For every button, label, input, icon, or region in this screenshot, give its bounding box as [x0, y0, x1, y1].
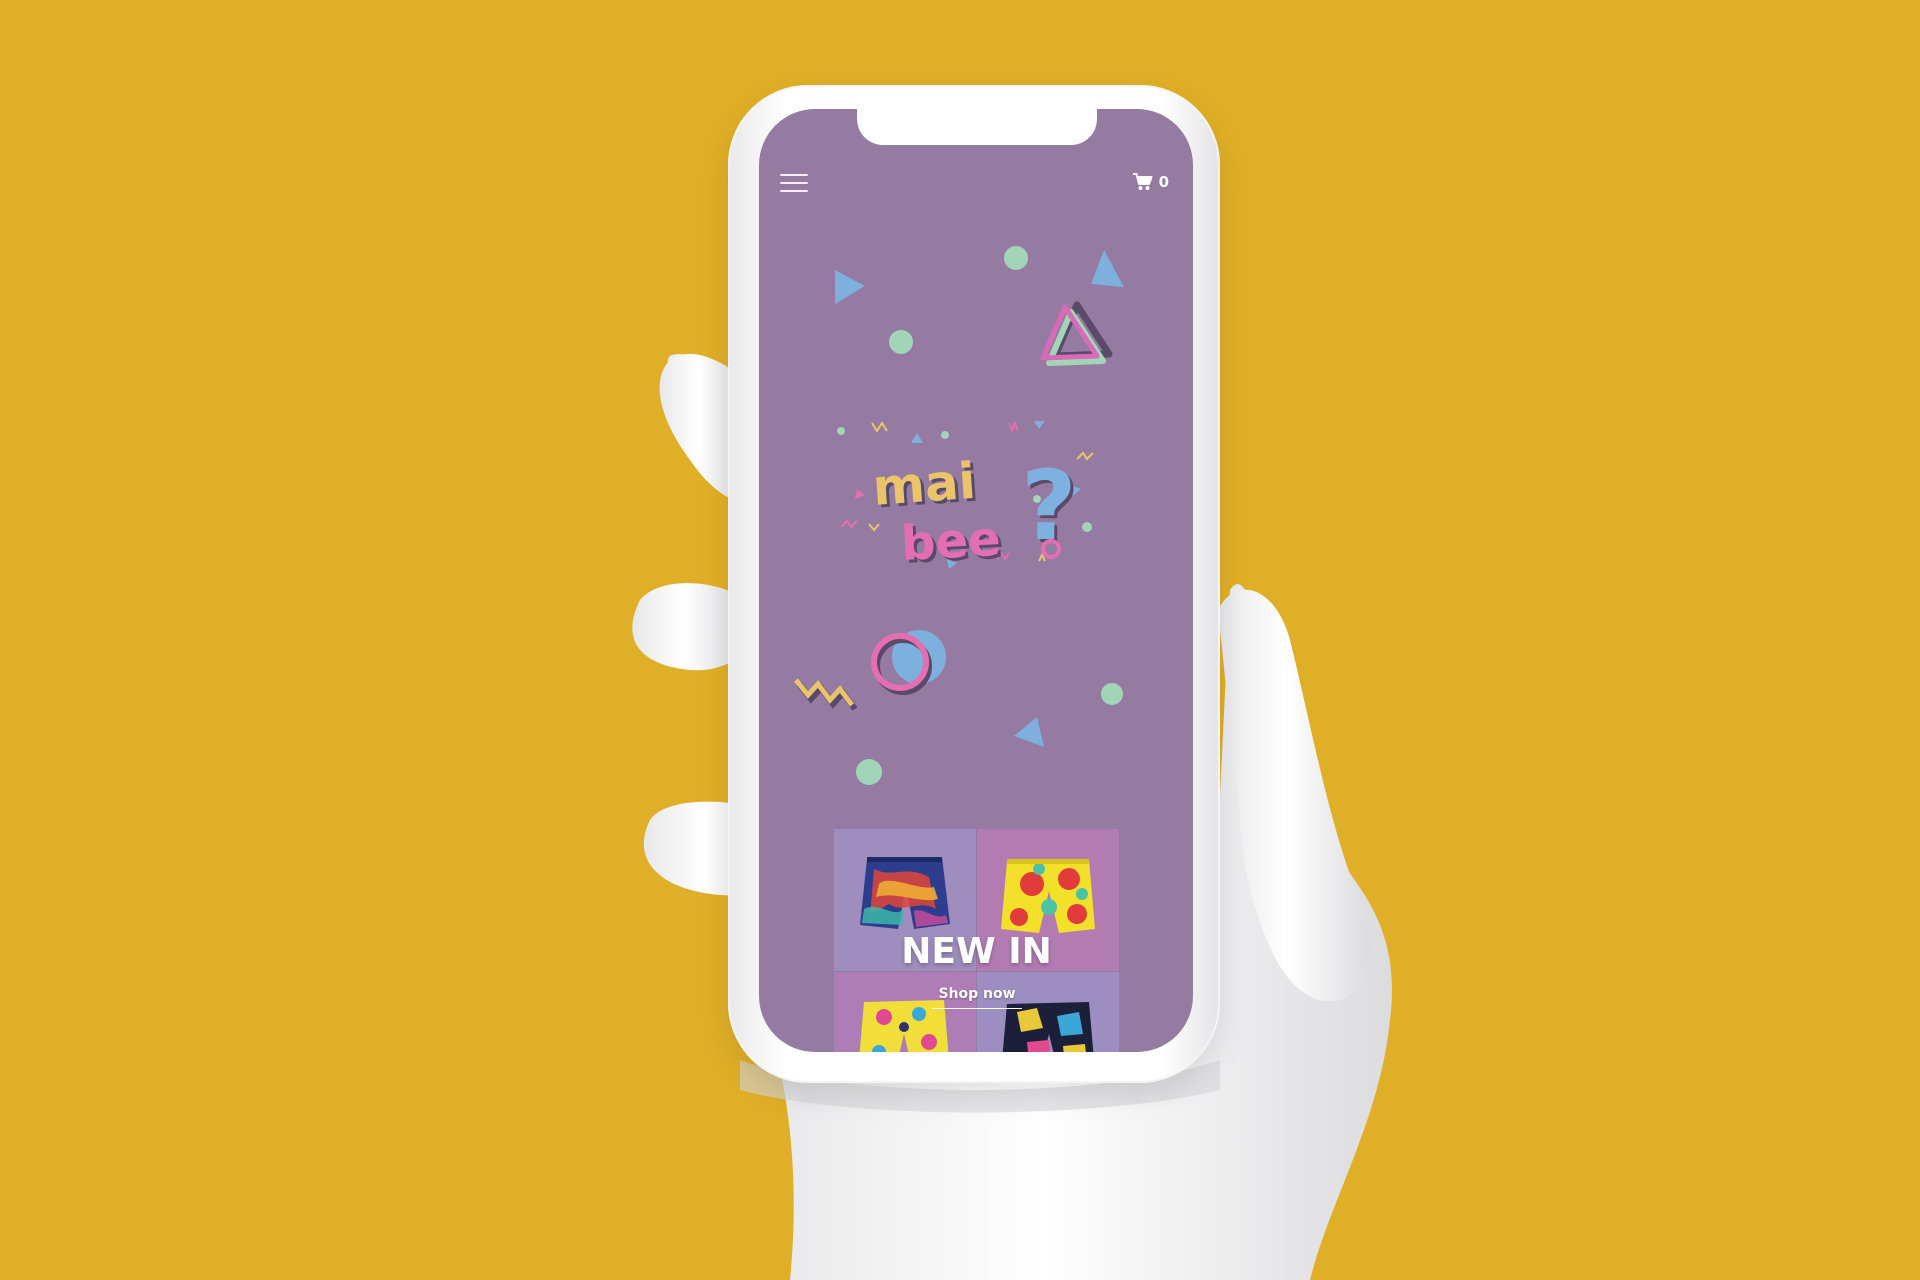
new-in-promo[interactable]: NEW IN Shop now	[834, 829, 1119, 1052]
shorts-image-3	[859, 1000, 949, 1052]
phone-screen: 0 mai mai bee bee ? ? NEW IN Shop now	[759, 109, 1193, 1052]
product-tile-3[interactable]	[834, 972, 976, 1052]
maibee-logo: mai mai bee bee ? ?	[837, 420, 1094, 575]
shorts-image-4	[1002, 1002, 1094, 1052]
product-tile-4[interactable]	[977, 972, 1119, 1052]
logo-word-mai-top: mai	[871, 452, 978, 517]
new-in-title: NEW IN	[901, 931, 1052, 972]
logo-word-bee-top: bee	[900, 511, 1002, 572]
logo-question-mark-top: ?	[1021, 450, 1077, 562]
shop-now-link[interactable]: Shop now	[932, 986, 1022, 1009]
mockup-scene: 0 mai mai bee bee ? ? NEW IN Shop now	[0, 0, 1920, 1280]
phone-device: 0 mai mai bee bee ? ? NEW IN Shop now	[728, 85, 1220, 1083]
